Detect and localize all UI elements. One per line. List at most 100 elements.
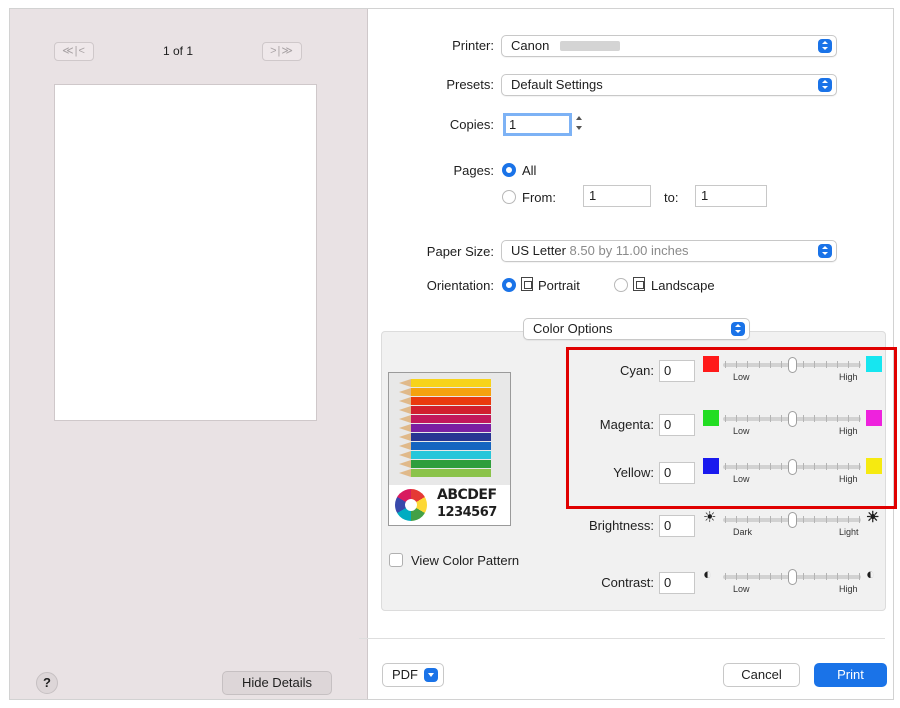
pages-label: Pages: bbox=[453, 163, 494, 178]
popup-chevron-icon bbox=[818, 78, 832, 92]
print-button[interactable]: Print bbox=[814, 663, 887, 687]
pencil-icon bbox=[399, 460, 491, 468]
slider-low-label: Low bbox=[733, 584, 750, 594]
presets-popup[interactable]: Default Settings bbox=[501, 74, 837, 96]
orientation-portrait-label: Portrait bbox=[538, 278, 580, 293]
popup-chevron-icon bbox=[818, 39, 832, 53]
pages-all-label: All bbox=[522, 163, 537, 178]
slider-tick bbox=[836, 516, 838, 523]
slider-tick bbox=[814, 516, 816, 523]
color-wheel-icon bbox=[395, 489, 427, 521]
preview-text-numbers: 1234567 bbox=[437, 505, 497, 520]
slider-tick bbox=[859, 516, 860, 523]
slider-label: Brightness: bbox=[588, 518, 654, 533]
slider-value-input[interactable]: 0 bbox=[659, 572, 695, 594]
pencil-icon bbox=[399, 406, 491, 414]
orientation-portrait-radio[interactable] bbox=[502, 278, 516, 292]
slider-tick bbox=[847, 573, 849, 580]
slider-tick bbox=[747, 516, 749, 523]
footer-divider bbox=[359, 638, 885, 639]
presets-value: Default Settings bbox=[511, 77, 603, 92]
next-last-page-button[interactable]: >|≫ bbox=[262, 42, 302, 61]
chevron-down-icon bbox=[424, 668, 438, 682]
landscape-icon bbox=[633, 277, 645, 291]
preview-text-letters: ABCDEF bbox=[437, 487, 497, 503]
orientation-landscape-label: Landscape bbox=[651, 278, 715, 293]
contrast-high-icon: ◐ bbox=[866, 566, 876, 583]
slider-tick bbox=[747, 573, 749, 580]
slider-high-label: Light bbox=[839, 527, 859, 537]
slider-tick bbox=[769, 516, 771, 523]
pencil-icon bbox=[399, 433, 491, 441]
pencil-icon bbox=[399, 379, 491, 387]
slider-knob[interactable] bbox=[788, 512, 797, 528]
popup-chevron-icon bbox=[731, 322, 745, 336]
copies-label: Copies: bbox=[449, 117, 494, 132]
slider-tick bbox=[825, 516, 827, 523]
pages-all-radio[interactable] bbox=[502, 163, 516, 177]
slider-tick bbox=[803, 573, 805, 580]
slider-value-input[interactable]: 0 bbox=[659, 515, 695, 537]
pages-to-label: to: bbox=[664, 190, 679, 205]
redacted-model bbox=[560, 41, 620, 51]
page-preview bbox=[54, 84, 317, 421]
slider-tick bbox=[758, 573, 760, 580]
pencil-icon bbox=[399, 424, 491, 432]
view-color-pattern-label: View Color Pattern bbox=[411, 553, 520, 568]
orientation-landscape-radio[interactable] bbox=[614, 278, 628, 292]
pages-from-input[interactable]: 1 bbox=[583, 185, 651, 207]
copies-stepper[interactable] bbox=[574, 113, 585, 135]
contrast-low-icon: ◐ bbox=[703, 566, 713, 583]
highlight-box bbox=[566, 347, 897, 509]
printer-popup[interactable]: Canon bbox=[501, 35, 837, 57]
section-popup[interactable]: Color Options bbox=[523, 318, 750, 340]
orientation-label: Orientation: bbox=[426, 278, 494, 293]
slider-tick bbox=[736, 516, 738, 523]
portrait-icon bbox=[521, 277, 533, 291]
paper-size-value: US Letter bbox=[511, 243, 566, 258]
slider-tick bbox=[814, 573, 816, 580]
printer-value: Canon bbox=[511, 38, 550, 53]
pencil-icon bbox=[399, 397, 491, 405]
help-button[interactable]: ? bbox=[36, 672, 58, 694]
printer-label: Printer: bbox=[452, 38, 494, 53]
slider-tick bbox=[803, 516, 805, 523]
preview-pane: ≪|< 1 of 1 >|≫ ? Hide Details bbox=[10, 9, 368, 699]
slider-low-label: Dark bbox=[733, 527, 753, 537]
first-previous-page-button[interactable]: ≪|< bbox=[54, 42, 94, 61]
slider-label: Contrast: bbox=[601, 575, 654, 590]
paper-size-label: Paper Size: bbox=[426, 244, 494, 259]
pages-to-input[interactable]: 1 bbox=[695, 185, 767, 207]
view-color-pattern-checkbox[interactable] bbox=[389, 553, 403, 567]
slider-high-label: High bbox=[839, 584, 858, 594]
hide-details-button[interactable]: Hide Details bbox=[222, 671, 332, 695]
slider-tick bbox=[825, 573, 827, 580]
pages-from-radio[interactable] bbox=[502, 190, 516, 204]
slider-knob[interactable] bbox=[788, 569, 797, 585]
pencil-icon bbox=[399, 451, 491, 459]
paper-size-detail: 8.50 by 11.00 inches bbox=[569, 243, 689, 258]
pencil-icon bbox=[399, 415, 491, 423]
slider-tick bbox=[736, 573, 738, 580]
slider-tick bbox=[780, 573, 782, 580]
sun-bright-icon: ☀ bbox=[866, 509, 880, 526]
slider-tick bbox=[847, 516, 849, 523]
page-indicator: 1 of 1 bbox=[163, 44, 194, 58]
slider-tick bbox=[780, 516, 782, 523]
slider-tick bbox=[725, 573, 726, 580]
slider-tick bbox=[836, 573, 838, 580]
paper-size-popup[interactable]: US Letter 8.50 by 11.00 inches bbox=[501, 240, 837, 262]
slider-tick bbox=[758, 516, 760, 523]
color-preview-text-area: ABCDEF 1234567 bbox=[389, 485, 510, 525]
popup-chevron-icon bbox=[818, 244, 832, 258]
presets-label: Presets: bbox=[446, 77, 494, 92]
pages-from-label: From: bbox=[522, 190, 556, 205]
cancel-button[interactable]: Cancel bbox=[723, 663, 800, 687]
pencil-icon bbox=[399, 442, 491, 450]
pdf-label: PDF bbox=[392, 667, 418, 682]
section-popup-value: Color Options bbox=[533, 321, 613, 336]
pdf-menu-button[interactable]: PDF bbox=[382, 663, 444, 687]
pencil-icon bbox=[399, 469, 491, 477]
copies-input[interactable]: 1 bbox=[503, 113, 572, 136]
pencil-icon bbox=[399, 388, 491, 396]
